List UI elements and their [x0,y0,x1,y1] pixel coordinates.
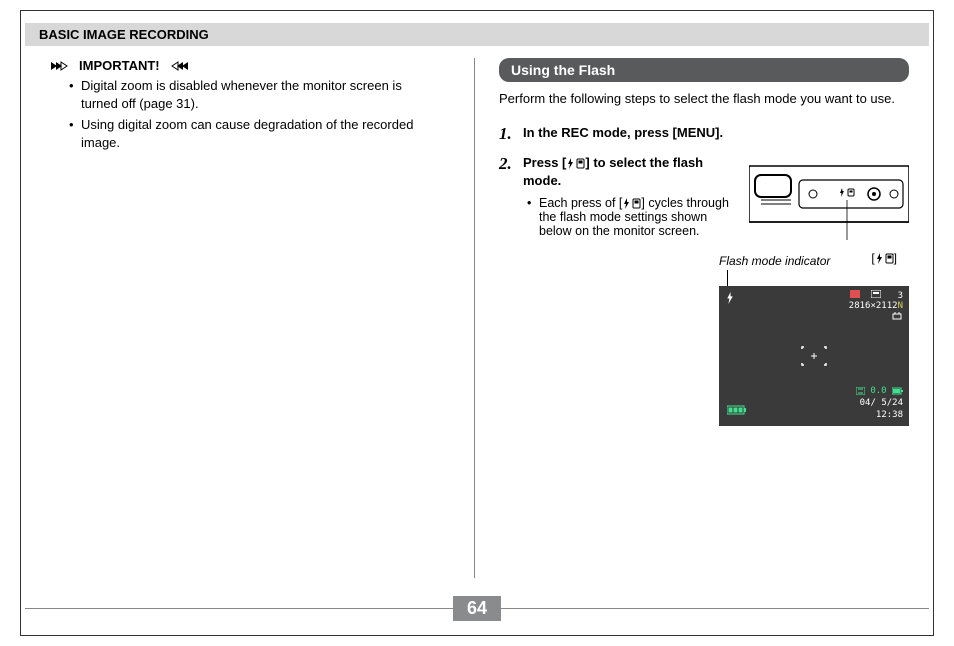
column-divider [474,58,475,578]
lcd-resolution: 2816×2112 [849,301,898,311]
lcd-counter: 3 [898,291,903,301]
record-icon [850,291,860,301]
page-frame: BASIC IMAGE RECORDING IMPORTANT! Digital… [20,10,934,636]
page-number: 64 [453,596,501,621]
section-header: BASIC IMAGE RECORDING [25,23,929,46]
step-text: In the REC mode, press [MENU]. [523,124,909,144]
mode-icon [871,291,881,301]
important-label: IMPORTANT! [79,58,160,73]
lcd-ev: 0.0 [870,386,886,396]
lcd-quality: N [898,301,903,311]
lcd-bottom-right: 0.0 04/ 5/24 12:38 [856,386,903,421]
lcd-time: 12:38 [856,410,903,422]
bullet-item: Using digital zoom can cause degradation… [81,116,446,151]
indicator-callout: Flash mode indicator 3 2816×2112N [719,254,909,426]
step-text: Press [ ] to select the flash mode. [523,154,739,190]
flash-button-icon [875,253,894,264]
step-2: 2. Press [ ] to select the flash mode. E… [499,154,909,244]
focus-frame-icon [800,345,828,367]
lcd-ev-line: 0.0 [856,386,903,398]
intro-text: Perform the following steps to select th… [499,90,909,108]
step-number: 1. [499,124,515,144]
two-column-layout: IMPORTANT! Digital zoom is disabled when… [21,58,933,578]
important-callout: IMPORTANT! [45,58,446,73]
callout-line [727,270,728,286]
arrow-left-icon [166,60,188,72]
step-number: 2. [499,154,515,244]
flash-button-icon [622,198,641,209]
lcd-top-right: 3 2816×2112N [849,290,903,324]
step-sub-bullet: Each press of [ ] cycles through the fla… [523,196,739,238]
right-column: Using the Flash Perform the following st… [483,58,909,578]
camera-top-illustration: [ ] [749,160,909,244]
left-column: IMPORTANT! Digital zoom is disabled when… [45,58,466,578]
section-title: Using the Flash [499,58,909,82]
lcd-screenshot: 3 2816×2112N 0.0 [719,286,909,426]
important-bullets: Digital zoom is disabled whenever the mo… [45,77,446,151]
flash-icon [725,292,735,307]
flash-button-icon [566,158,585,169]
step-1: 1. In the REC mode, press [MENU]. [499,124,909,144]
battery-icon [727,405,747,418]
lcd-date: 04/ 5/24 [856,398,903,410]
bullet-item: Digital zoom is disabled whenever the mo… [81,77,446,112]
arrow-right-icon [51,60,73,72]
wb-icon [849,312,903,324]
